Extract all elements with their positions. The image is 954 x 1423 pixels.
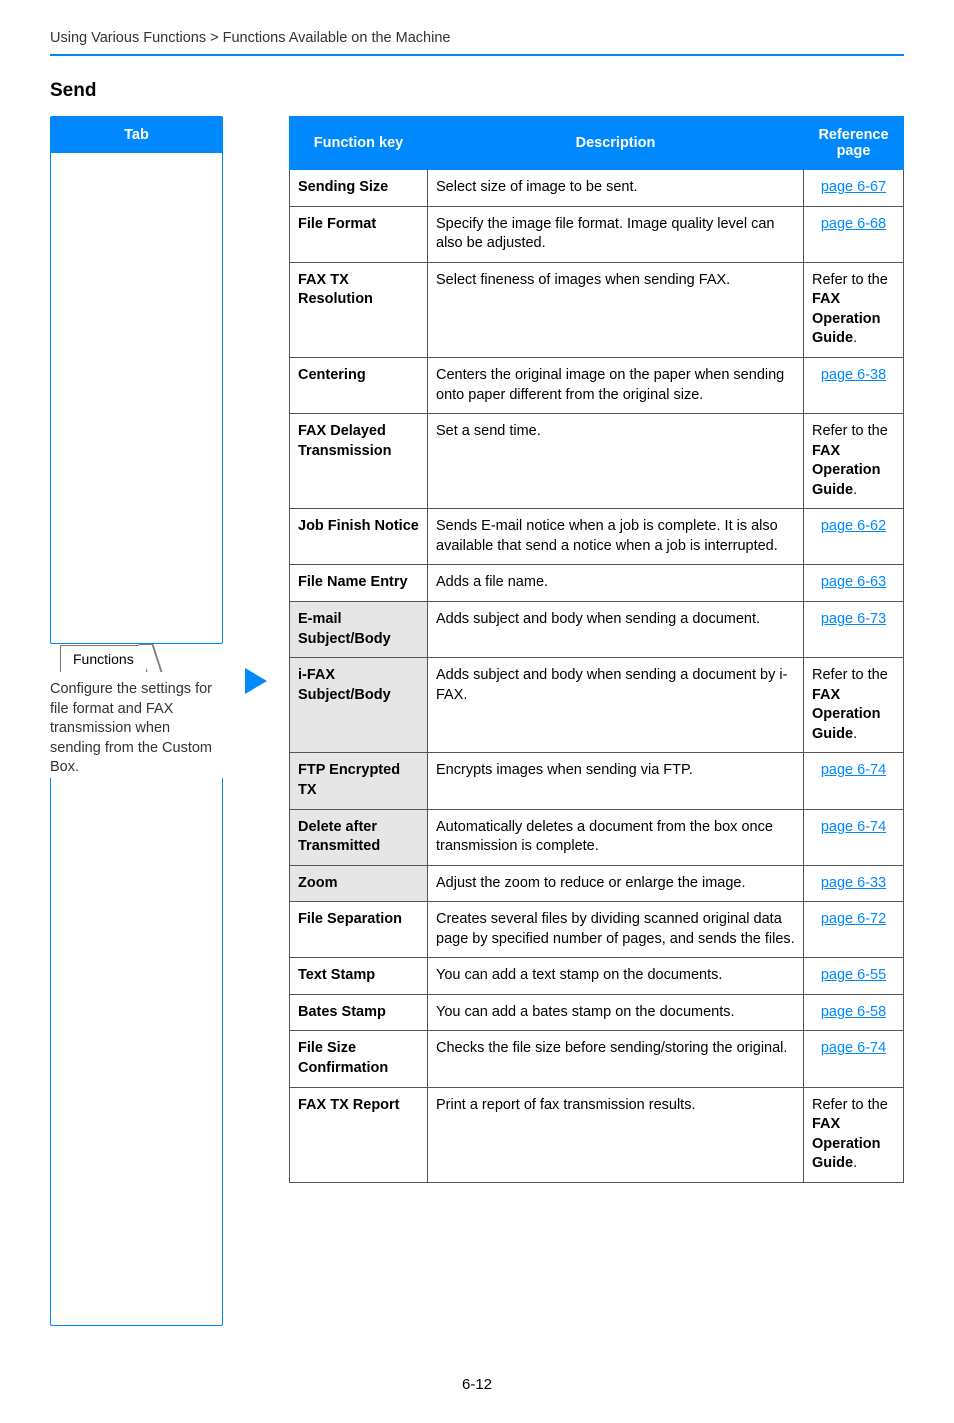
description-cell: Automatically deletes a document from th… [428,809,804,865]
description-cell: Adds a file name. [428,565,804,602]
function-key-cell: Centering [290,357,428,413]
table-row: ZoomAdjust the zoom to reduce or enlarge… [290,865,904,902]
tab-description: Configure the settings for file format a… [50,680,223,778]
description-cell: Sends E-mail notice when a job is comple… [428,509,804,565]
description-cell: You can add a bates stamp on the documen… [428,994,804,1031]
function-key-cell: FAX TX Resolution [290,262,428,357]
table-row: FTP Encrypted TXEncrypts images when sen… [290,753,904,809]
table-row: Text StampYou can add a text stamp on th… [290,958,904,995]
function-key-cell: File Name Entry [290,565,428,602]
reference-cell[interactable]: page 6-58 [804,994,904,1031]
description-cell: Adds subject and body when sending a doc… [428,658,804,753]
reference-cell[interactable]: page 6-38 [804,357,904,413]
table-row: FAX TX ReportPrint a report of fax trans… [290,1087,904,1182]
reference-cell[interactable]: page 6-74 [804,753,904,809]
function-key-cell: Text Stamp [290,958,428,995]
reference-cell[interactable]: page 6-55 [804,958,904,995]
function-key-cell: File Size Confirmation [290,1031,428,1087]
page-number: 6-12 [50,1376,904,1423]
table-row: CenteringCenters the original image on t… [290,357,904,413]
table-row: File FormatSpecify the image file format… [290,206,904,262]
tab-column: Tab Functions Configure the settings for… [50,116,223,1326]
reference-cell[interactable]: page 6-74 [804,1031,904,1087]
description-cell: Centers the original image on the paper … [428,357,804,413]
functions-table: Function key Description Reference page … [289,116,904,1183]
reference-cell: Refer to the FAX Operation Guide. [804,658,904,753]
description-cell: Specify the image file format. Image qua… [428,206,804,262]
reference-cell[interactable]: page 6-63 [804,565,904,602]
function-key-cell: File Separation [290,902,428,958]
description-cell: Set a send time. [428,414,804,509]
reference-cell: Refer to the FAX Operation Guide. [804,1087,904,1182]
table-row: File Size ConfirmationChecks the file si… [290,1031,904,1087]
function-key-cell: FTP Encrypted TX [290,753,428,809]
functions-tab-chip: Functions [60,644,223,672]
table-row: File SeparationCreates several files by … [290,902,904,958]
function-key-cell: FAX TX Report [290,1087,428,1182]
table-row: Job Finish NoticeSends E-mail notice whe… [290,509,904,565]
breadcrumb: Using Various Functions > Functions Avai… [50,30,904,46]
function-key-cell: FAX Delayed Transmission [290,414,428,509]
play-arrow-icon [243,666,269,696]
function-key-cell: Sending Size [290,170,428,207]
function-key-cell: Bates Stamp [290,994,428,1031]
description-cell: Adjust the zoom to reduce or enlarge the… [428,865,804,902]
section-title: Send [50,80,904,102]
function-key-cell: Job Finish Notice [290,509,428,565]
description-cell: Print a report of fax transmission resul… [428,1087,804,1182]
description-cell: Creates several files by dividing scanne… [428,902,804,958]
col-header-reference: Reference page [804,117,904,170]
function-key-cell: Zoom [290,865,428,902]
function-key-cell: i-FAX Subject/Body [290,658,428,753]
header-rule [50,54,904,56]
table-row: FAX TX ResolutionSelect fineness of imag… [290,262,904,357]
reference-cell[interactable]: page 6-67 [804,170,904,207]
table-row: i-FAX Subject/BodyAdds subject and body … [290,658,904,753]
col-header-description: Description [428,117,804,170]
function-key-cell: Delete after Transmitted [290,809,428,865]
reference-cell[interactable]: page 6-33 [804,865,904,902]
reference-cell: Refer to the FAX Operation Guide. [804,414,904,509]
reference-cell[interactable]: page 6-74 [804,809,904,865]
col-header-function-key: Function key [290,117,428,170]
arrow-indicator [239,116,273,1216]
table-row: Delete after TransmittedAutomatically de… [290,809,904,865]
table-row: FAX Delayed TransmissionSet a send time.… [290,414,904,509]
tab-header: Tab [51,117,222,153]
description-cell: Encrypts images when sending via FTP. [428,753,804,809]
table-row: Bates StampYou can add a bates stamp on … [290,994,904,1031]
description-cell: Select size of image to be sent. [428,170,804,207]
description-cell: Adds subject and body when sending a doc… [428,602,804,658]
table-row: File Name EntryAdds a file name.page 6-6… [290,565,904,602]
function-key-cell: E-mail Subject/Body [290,602,428,658]
description-cell: Checks the file size before sending/stor… [428,1031,804,1087]
reference-cell[interactable]: page 6-62 [804,509,904,565]
reference-cell[interactable]: page 6-72 [804,902,904,958]
description-cell: You can add a text stamp on the document… [428,958,804,995]
description-cell: Select fineness of images when sending F… [428,262,804,357]
reference-cell: Refer to the FAX Operation Guide. [804,262,904,357]
reference-cell[interactable]: page 6-73 [804,602,904,658]
table-row: Sending SizeSelect size of image to be s… [290,170,904,207]
table-row: E-mail Subject/BodyAdds subject and body… [290,602,904,658]
functions-chip-label: Functions [60,645,147,672]
function-key-cell: File Format [290,206,428,262]
reference-cell[interactable]: page 6-68 [804,206,904,262]
